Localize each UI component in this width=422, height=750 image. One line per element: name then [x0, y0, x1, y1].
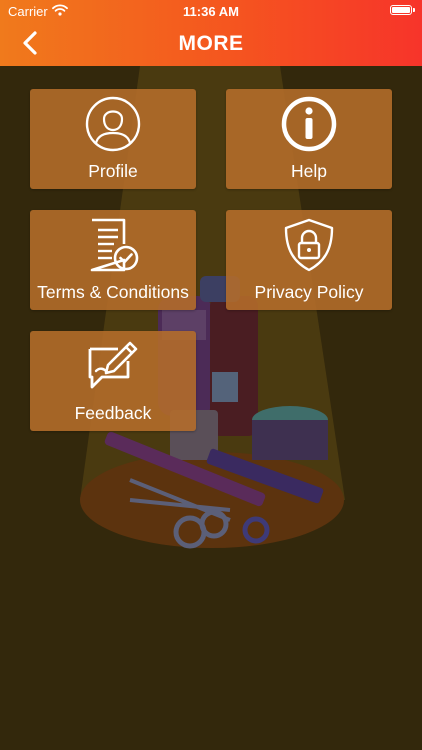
status-time: 11:36 AM	[183, 4, 239, 19]
document-check-icon	[30, 216, 196, 274]
status-bar: Carrier 11:36 AM	[0, 0, 422, 22]
feedback-edit-icon	[30, 337, 196, 395]
menu-tile-help[interactable]: Help	[226, 89, 392, 189]
shield-lock-icon	[226, 216, 392, 274]
menu-tile-profile[interactable]: Profile	[30, 89, 196, 189]
menu-tile-label: Profile	[88, 161, 138, 181]
page-title: MORE	[178, 32, 244, 55]
menu-tile-label: Terms & Conditions	[37, 282, 189, 302]
menu-tile-label: Help	[291, 161, 327, 181]
info-icon	[226, 95, 392, 153]
battery-icon	[390, 5, 415, 15]
menu-tile-privacy[interactable]: Privacy Policy	[226, 210, 392, 310]
menu-tile-label: Privacy Policy	[254, 282, 364, 302]
menu-tile-label: Feedback	[74, 403, 152, 423]
menu-tile-feedback[interactable]: Feedback	[30, 331, 196, 431]
menu-tile-terms[interactable]: Terms & Conditions	[30, 210, 196, 310]
nav-header: Carrier 11:36 AM MORE	[0, 0, 422, 66]
user-icon	[30, 95, 196, 153]
